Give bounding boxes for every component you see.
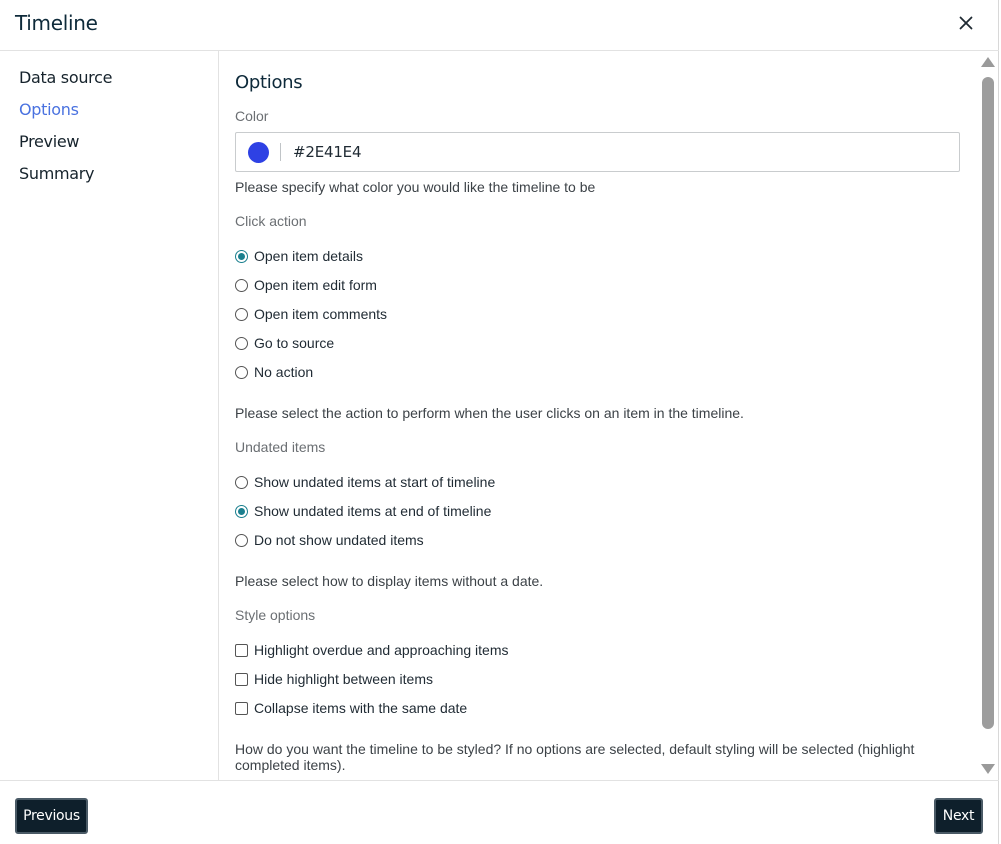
section-title: Options [235, 72, 303, 93]
sidebar-item-summary[interactable]: Summary [19, 164, 95, 183]
radio-button[interactable] [235, 504, 248, 518]
radio-button[interactable] [235, 475, 248, 489]
wizard-sidebar: Data source Options Preview Summary [0, 51, 219, 780]
color-help: Please specify what color you would like… [235, 179, 596, 195]
checkbox-hide-highlight[interactable]: Hide highlight between items [235, 671, 433, 687]
color-label: Color [235, 108, 269, 124]
radio-no-action[interactable]: No action [235, 364, 313, 380]
radio-button[interactable] [235, 307, 248, 321]
color-swatch[interactable] [248, 142, 269, 163]
checkbox[interactable] [235, 643, 248, 657]
click-action-help: Please select the action to perform when… [235, 405, 744, 421]
checkbox-collapse-same-date[interactable]: Collapse items with the same date [235, 700, 467, 716]
close-icon [959, 16, 973, 30]
undated-items-label: Undated items [235, 439, 326, 455]
click-action-label: Click action [235, 213, 307, 229]
radio-open-item-details[interactable]: Open item details [235, 248, 363, 264]
radio-button[interactable] [235, 249, 248, 263]
color-separator [280, 143, 281, 161]
next-button[interactable]: Next [934, 798, 983, 834]
sidebar-item-options[interactable]: Options [19, 100, 79, 119]
close-button[interactable] [955, 12, 977, 34]
radio-open-item-comments[interactable]: Open item comments [235, 306, 387, 322]
checkbox[interactable] [235, 701, 248, 715]
timeline-dialog: Timeline Data source Options Preview Sum… [0, 0, 999, 844]
radio-button[interactable] [235, 278, 248, 292]
undated-items-help: Please select how to display items witho… [235, 573, 544, 589]
color-field[interactable] [235, 132, 960, 172]
style-options-help: How do you want the timeline to be style… [235, 741, 915, 773]
options-panel: Options Color Please specify what color … [219, 51, 979, 780]
sidebar-item-preview[interactable]: Preview [19, 132, 79, 151]
radio-open-item-edit-form[interactable]: Open item edit form [235, 277, 377, 293]
scroll-up-arrow-icon[interactable] [981, 57, 995, 67]
scroll-down-arrow-icon[interactable] [981, 764, 995, 774]
radio-undated-hide[interactable]: Do not show undated items [235, 532, 424, 548]
radio-undated-start[interactable]: Show undated items at start of timeline [235, 474, 495, 490]
checkbox[interactable] [235, 672, 248, 686]
radio-undated-end[interactable]: Show undated items at end of timeline [235, 503, 491, 519]
scrollbar-thumb[interactable] [982, 77, 994, 729]
content-scrollbar[interactable] [979, 51, 999, 780]
dialog-header: Timeline [0, 0, 999, 51]
dialog-footer: Previous Next [0, 780, 999, 844]
radio-button[interactable] [235, 336, 248, 350]
style-options-label: Style options [235, 607, 316, 623]
color-input[interactable] [293, 143, 593, 161]
previous-button[interactable]: Previous [15, 798, 88, 834]
radio-button[interactable] [235, 533, 248, 547]
radio-go-to-source[interactable]: Go to source [235, 335, 334, 351]
dialog-title: Timeline [15, 11, 98, 35]
sidebar-item-data-source[interactable]: Data source [19, 68, 112, 87]
checkbox-highlight-overdue[interactable]: Highlight overdue and approaching items [235, 642, 509, 658]
radio-button[interactable] [235, 365, 248, 379]
